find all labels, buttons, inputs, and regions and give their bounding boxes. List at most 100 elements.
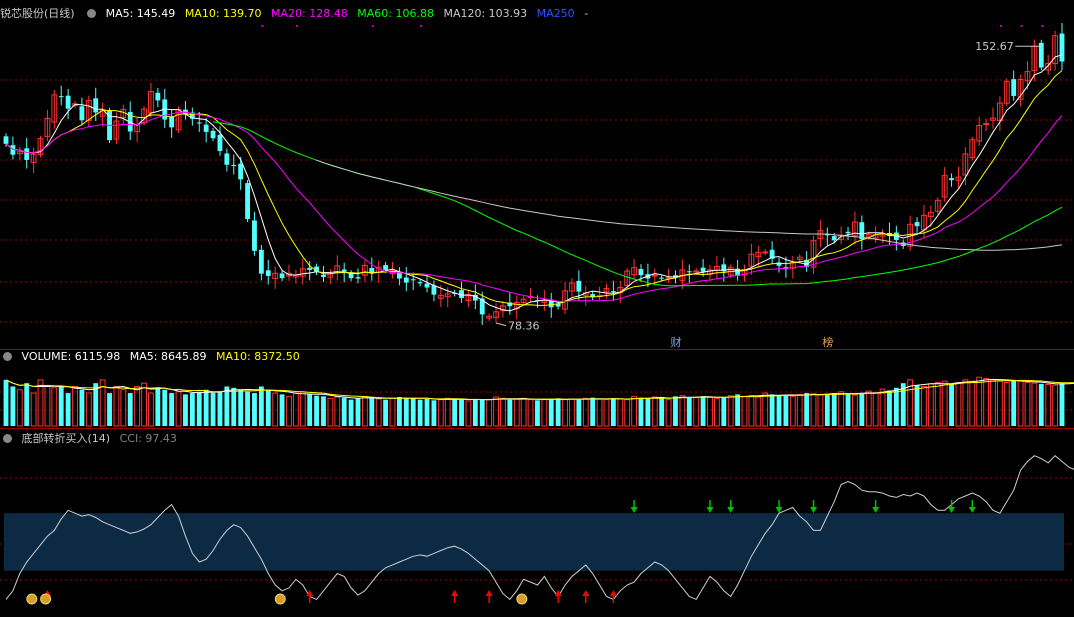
volume-bar (693, 397, 700, 427)
price-header: 锐芯股份(日线) MA5: 145.49 MA10: 139.70 MA20: … (0, 5, 594, 21)
candle-body (693, 270, 700, 273)
signal-dot (295, 25, 298, 27)
volume-bar (327, 397, 334, 427)
volume-bar (893, 387, 899, 426)
volume-ma5-label: MA5: 8645.89 (129, 350, 207, 363)
volume-bar (169, 393, 175, 426)
volume-bar (500, 397, 506, 427)
volume-bar (976, 376, 983, 427)
volume-bar (341, 397, 347, 426)
cci-label: CCI: 97.43 (119, 432, 177, 445)
candle-body (224, 153, 230, 165)
candle-body (93, 98, 99, 113)
volume-bar (721, 397, 727, 426)
candle-body (341, 269, 347, 272)
volume-bar (665, 399, 672, 427)
volume-bar (520, 397, 527, 427)
volume-bar (955, 382, 962, 427)
volume-bar (845, 393, 851, 426)
volume-bar (355, 398, 361, 426)
volume-bar (231, 387, 237, 426)
volume-bar (741, 395, 748, 427)
sell-arrow-head (706, 507, 714, 513)
volume-bar (631, 395, 637, 427)
settings-icon[interactable] (87, 9, 97, 18)
candle-body (576, 280, 582, 292)
volume-bar (576, 399, 582, 426)
volume-bar (831, 393, 837, 426)
buy-arrow-head (609, 590, 617, 596)
volume-bar (900, 383, 906, 426)
signal-dot (420, 25, 423, 27)
volume-bar (879, 388, 886, 427)
volume-bar (838, 391, 845, 427)
candle-body (417, 282, 423, 284)
buy-arrow-head (485, 590, 493, 596)
candle-body (762, 251, 769, 254)
candle-body (155, 92, 161, 101)
volume-bar (189, 393, 195, 426)
volume-header: VOLUME: 6115.98 MA5: 8645.89 MA10: 8372.… (0, 350, 306, 366)
volume-bar (990, 379, 996, 427)
volume-bar (107, 393, 112, 426)
sell-arrow-head (630, 507, 638, 513)
signal-dot (1020, 25, 1023, 27)
volume-bar (1011, 379, 1017, 426)
sell-arrow-head (872, 507, 880, 513)
sell-arrow-head (810, 507, 818, 513)
candle-body (79, 106, 85, 121)
volume-bar (389, 397, 396, 427)
volume-bar (127, 393, 133, 426)
volume-bar (1017, 380, 1024, 427)
volume-settings-icon[interactable] (3, 352, 12, 361)
volume-bar (1052, 384, 1059, 427)
volume-bar (424, 398, 430, 426)
candle-body (203, 124, 209, 132)
volume-bar (444, 397, 451, 427)
volume-bar (707, 396, 713, 427)
volume-bar (431, 400, 437, 426)
cci-band (4, 513, 1064, 571)
candle-body (258, 249, 264, 274)
stock-chart[interactable]: 152.6778.36财榜$ (0, 0, 1074, 617)
candle-body (196, 122, 202, 124)
volume-bar (452, 398, 458, 426)
volume-bar (789, 395, 796, 427)
ranking-marker: 榜 (822, 335, 833, 349)
volume-ma10-label: MA10: 8372.50 (215, 350, 300, 363)
indicator-settings-icon[interactable] (3, 434, 12, 443)
finance-marker: 财 (670, 335, 681, 349)
signal-dot (261, 25, 264, 27)
indicator-label[interactable]: 底部转折买入(14) (22, 432, 111, 445)
stock-name[interactable]: 锐芯股份(日线) (0, 7, 75, 20)
volume-bar (299, 391, 306, 427)
volume-bar (872, 391, 879, 427)
ma120-label: MA120: 103.93 (443, 7, 528, 20)
signal-dot (999, 25, 1002, 27)
volume-bar (238, 389, 244, 426)
volume-bar (679, 395, 686, 427)
volume-bar (217, 391, 223, 426)
volume-bar (548, 398, 554, 426)
volume-bar (852, 394, 858, 427)
volume-bar (934, 382, 941, 427)
volume-bar (258, 386, 264, 426)
volume-bar (3, 379, 9, 426)
volume-bar (286, 395, 292, 427)
volume-bar (465, 400, 472, 427)
volume-bar (673, 396, 678, 426)
candle-body (686, 271, 692, 273)
volume-bar (783, 395, 789, 426)
volume-bar (804, 393, 810, 426)
money-bag-icon (40, 593, 52, 605)
volume-bar (824, 394, 830, 426)
volume-bar (417, 399, 423, 426)
volume-bar (361, 395, 368, 427)
volume-bar (1024, 382, 1031, 427)
volume-label: VOLUME: 6115.98 (21, 350, 121, 363)
ma20-line (5, 111, 1063, 303)
volume-bar (941, 380, 948, 427)
volume-bar (279, 394, 285, 426)
candle-body (58, 96, 64, 98)
candle-body (217, 134, 223, 151)
